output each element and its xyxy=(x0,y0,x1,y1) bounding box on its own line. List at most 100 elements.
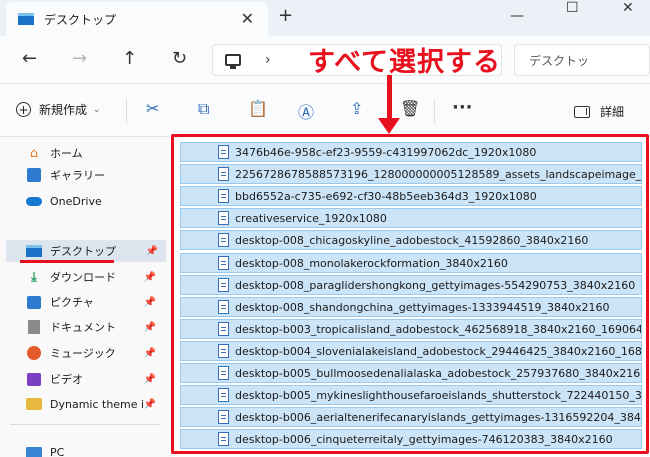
chevron-down-icon: ⌄ xyxy=(93,104,101,115)
file-row[interactable]: 3476b46e-958c-ef23-9559-c431997062dc_192… xyxy=(180,142,642,162)
gallery-icon xyxy=(27,168,41,182)
forward-button[interactable]: → xyxy=(72,48,87,69)
sidebar-item-dynamic-theme[interactable]: Dynamic theme i 📌 xyxy=(26,393,164,415)
new-tab-button[interactable]: + xyxy=(278,5,293,26)
close-button[interactable]: ✕ xyxy=(622,0,634,16)
image-file-icon xyxy=(218,344,229,358)
image-file-icon xyxy=(218,278,229,292)
file-row[interactable]: desktop-008_shandongchina_gettyimages-13… xyxy=(180,297,642,317)
sidebar-divider xyxy=(10,424,160,425)
title-bar: デスクトップ ✕ + — ☐ ✕ xyxy=(0,0,650,36)
file-name: desktop-b006_aerialtenerifecanaryislands… xyxy=(235,410,642,424)
toolbar-divider xyxy=(434,99,435,123)
pin-icon[interactable]: 📌 xyxy=(144,348,156,359)
file-row[interactable]: creativeservice_1920x1080 xyxy=(180,208,642,228)
sidebar-item-label: ホーム xyxy=(50,147,83,160)
new-button[interactable]: + 新規作成 ⌄ xyxy=(16,101,101,118)
image-file-icon xyxy=(218,300,229,314)
sidebar-item-pc[interactable]: PC xyxy=(26,441,164,457)
copy-icon[interactable]: ⧉ xyxy=(198,99,209,119)
file-name: desktop-008_chicagoskyline_adobestock_41… xyxy=(235,233,589,247)
tab-close-button[interactable]: ✕ xyxy=(241,9,254,28)
minimize-button[interactable]: — xyxy=(510,8,524,24)
sidebar-item-home[interactable]: ⌂ ホーム xyxy=(26,142,164,164)
cut-icon[interactable]: ✂ xyxy=(146,99,159,118)
file-row[interactable]: desktop-b006_cinqueterreitaly_gettyimage… xyxy=(180,429,642,449)
image-file-icon xyxy=(218,167,229,181)
sidebar-item-gallery[interactable]: ギャラリー xyxy=(26,164,164,186)
file-row[interactable]: desktop-008_monolakerockformation_3840x2… xyxy=(180,253,642,273)
back-button[interactable]: ← xyxy=(22,48,37,69)
chevron-right-icon[interactable]: › xyxy=(265,52,271,68)
image-file-icon xyxy=(218,189,229,203)
refresh-button[interactable]: ↻ xyxy=(172,48,187,69)
pin-icon[interactable]: 📌 xyxy=(144,399,156,410)
sidebar-item-documents[interactable]: ドキュメント 📌 xyxy=(26,316,164,338)
image-file-icon xyxy=(218,388,229,402)
rename-icon[interactable]: Ⓐ xyxy=(298,99,314,123)
delete-icon[interactable]: 🗑 xyxy=(400,99,420,118)
file-name: bbd6552a-c735-e692-cf30-48b5eeb364d3_192… xyxy=(235,189,537,203)
file-name: desktop-008_shandongchina_gettyimages-13… xyxy=(235,300,610,314)
up-button[interactable]: ↑ xyxy=(122,48,137,69)
file-row[interactable]: bbd6552a-c735-e692-cf30-48b5eeb364d3_192… xyxy=(180,186,642,206)
pin-icon[interactable]: 📌 xyxy=(144,297,156,308)
desktop-icon xyxy=(26,245,42,257)
search-input[interactable]: デスクトッ xyxy=(514,44,650,76)
details-button[interactable]: 詳細 xyxy=(574,103,624,120)
sidebar-item-label: ビデオ xyxy=(50,373,83,386)
file-name: desktop-b004_slovenialakeisland_adobesto… xyxy=(235,344,642,358)
onedrive-icon xyxy=(26,196,42,206)
sidebar-item-label: OneDrive xyxy=(50,194,102,208)
home-icon: ⌂ xyxy=(29,145,39,161)
sidebar-item-downloads[interactable]: ⤓ ダウンロード 📌 xyxy=(26,266,164,288)
maximize-button[interactable]: ☐ xyxy=(566,0,579,16)
folder-icon xyxy=(26,398,42,410)
sidebar-item-desktop[interactable]: デスクトップ 📌 xyxy=(6,240,166,262)
plus-circle-icon: + xyxy=(16,102,31,117)
file-row[interactable]: desktop-b006_aerialtenerifecanaryislands… xyxy=(180,407,642,427)
command-bar: + 新規作成 ⌄ ✂ ⧉ 📋 Ⓐ ⇪ 🗑 ··· 詳細 xyxy=(0,85,650,137)
sidebar-item-label: ドキュメント xyxy=(50,321,116,334)
sidebar-item-onedrive[interactable]: OneDrive xyxy=(26,190,164,212)
file-row[interactable]: desktop-b003_tropicalisland_adobestock_4… xyxy=(180,319,642,339)
image-file-icon xyxy=(218,256,229,270)
annotation-underline xyxy=(20,260,114,263)
file-row[interactable]: desktop-b005_bullmoosedenalialaska_adobe… xyxy=(180,363,642,383)
image-file-icon xyxy=(218,322,229,336)
new-button-label: 新規作成 xyxy=(39,103,88,117)
file-row[interactable]: desktop-b005_mykineslighthousefaroeislan… xyxy=(180,385,642,405)
pin-icon[interactable]: 📌 xyxy=(144,272,156,283)
file-row[interactable]: desktop-008_chicagoskyline_adobestock_41… xyxy=(180,230,642,250)
file-name: desktop-b003_tropicalisland_adobestock_4… xyxy=(235,322,642,336)
tab-desktop[interactable]: デスクトップ ✕ xyxy=(6,2,268,36)
pin-icon[interactable]: 📌 xyxy=(144,374,156,385)
file-row[interactable]: desktop-008_paragIidershongkong_gettyima… xyxy=(180,275,642,295)
pin-icon[interactable]: 📌 xyxy=(146,246,158,257)
details-pane-icon xyxy=(574,105,590,118)
pin-icon[interactable]: 📌 xyxy=(144,322,156,333)
sidebar-item-videos[interactable]: ビデオ 📌 xyxy=(26,368,164,390)
image-file-icon xyxy=(218,233,229,247)
file-name: desktop-b005_bullmoosedenalialaska_adobe… xyxy=(235,366,642,380)
toolbar-divider xyxy=(126,99,127,123)
sidebar-item-music[interactable]: ミュージック 📌 xyxy=(26,342,164,364)
image-file-icon xyxy=(218,410,229,424)
annotation-text: すべて選択する xyxy=(308,47,502,78)
details-label: 詳細 xyxy=(600,105,625,119)
file-row[interactable]: desktop-b004_slovenialakeisland_adobesto… xyxy=(180,341,642,361)
sidebar-item-label: PC xyxy=(50,445,65,457)
paste-icon[interactable]: 📋 xyxy=(248,99,268,118)
file-row[interactable]: 2256728678588573196_128000000005128589_a… xyxy=(180,164,642,184)
file-name: creativeservice_1920x1080 xyxy=(235,211,387,225)
sidebar-item-pictures[interactable]: ピクチャ 📌 xyxy=(26,291,164,313)
sidebar-item-label: ミュージック xyxy=(50,347,116,360)
sidebar-item-label: ダウンロード xyxy=(50,271,116,284)
annotation-arrow xyxy=(387,75,392,123)
share-icon[interactable]: ⇪ xyxy=(350,99,363,118)
documents-icon xyxy=(28,320,40,334)
file-name: desktop-008_paragIidershongkong_gettyima… xyxy=(235,278,636,292)
file-name: desktop-b005_mykineslighthousefaroeislan… xyxy=(235,388,642,402)
more-options-button[interactable]: ··· xyxy=(452,97,473,118)
image-file-icon xyxy=(218,432,229,446)
